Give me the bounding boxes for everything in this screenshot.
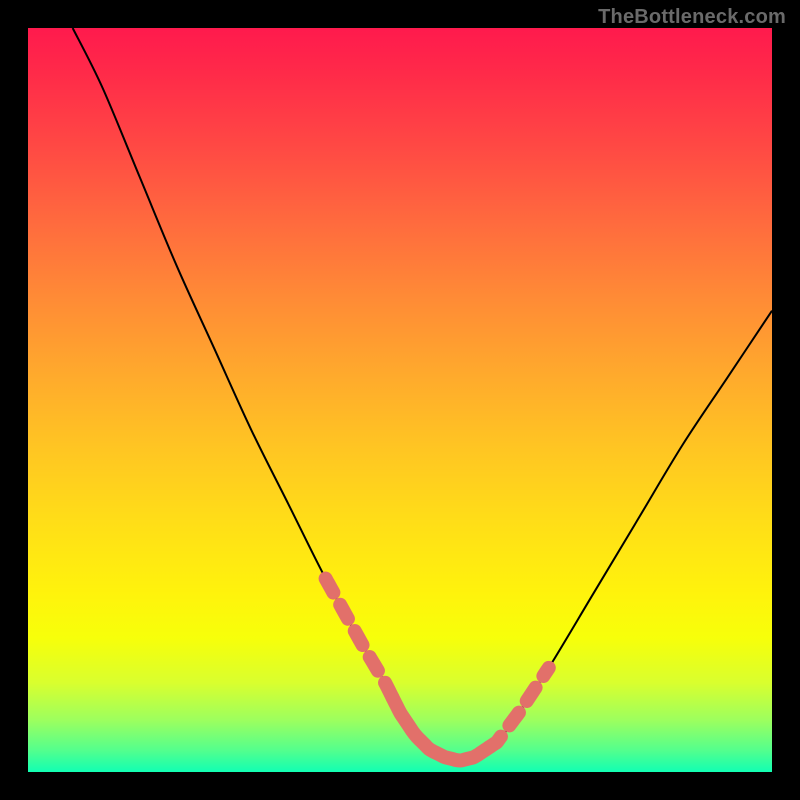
chart-svg	[28, 28, 772, 772]
bottleneck-curve	[73, 28, 772, 761]
watermark-label: TheBottleneck.com	[598, 6, 786, 29]
highlight-left-descent-dash	[326, 579, 393, 698]
highlight-group	[326, 579, 549, 761]
highlight-trough-solid	[393, 698, 490, 761]
plot-area	[28, 28, 772, 772]
chart-frame: TheBottleneck.com	[0, 0, 800, 800]
highlight-right-ascent-dash	[489, 668, 549, 747]
